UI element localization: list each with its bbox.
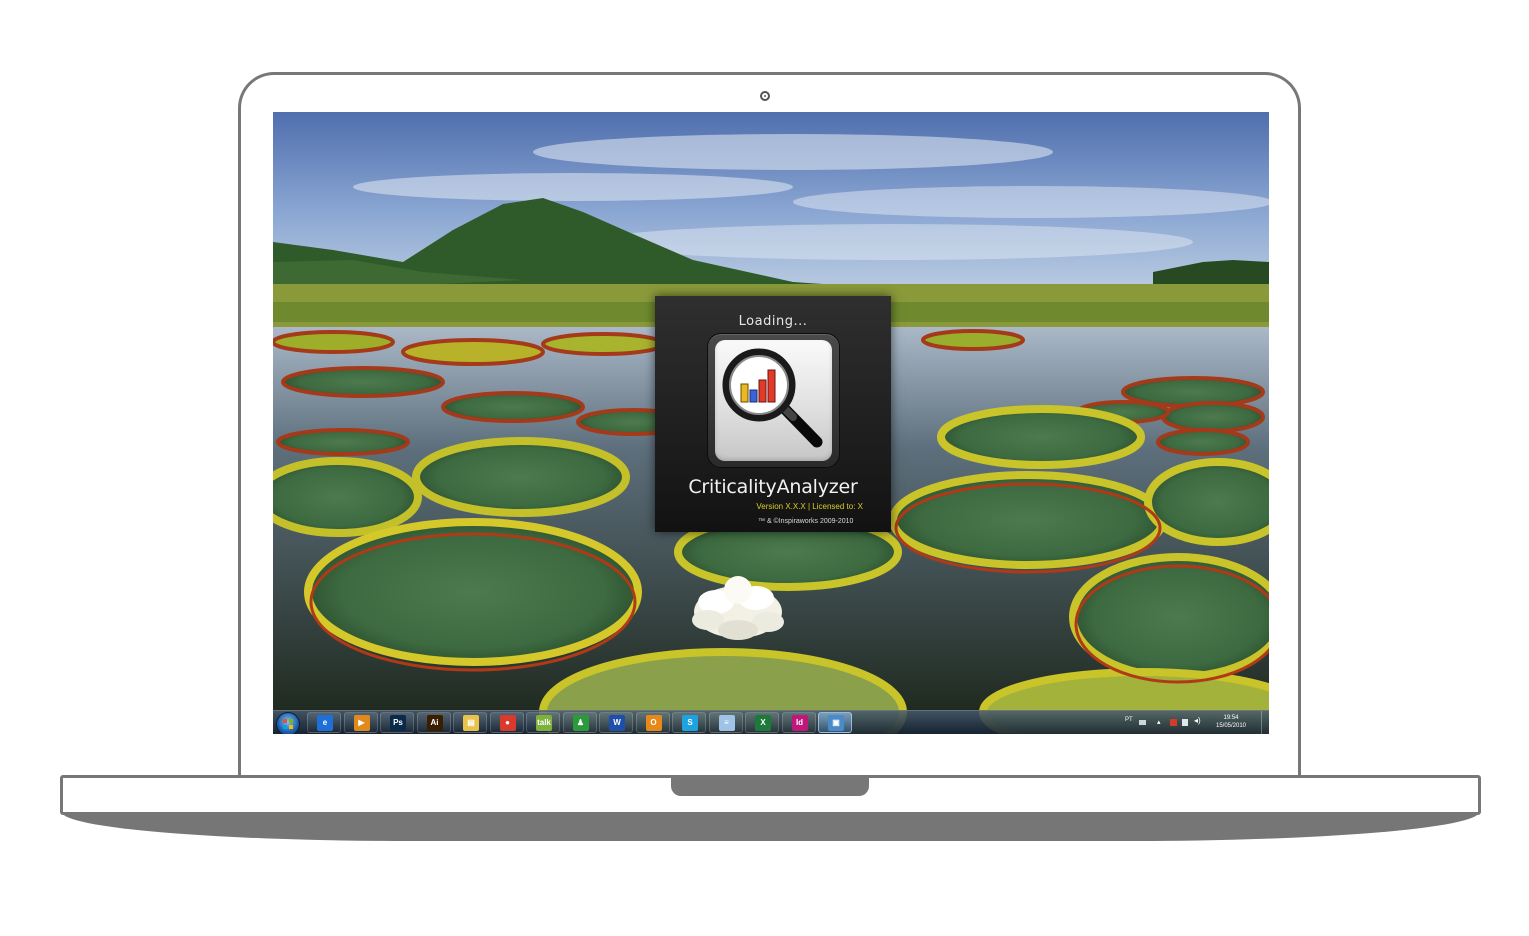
google-talk-icon: talk: [536, 715, 552, 731]
taskbar-illustrator-button[interactable]: Ai: [416, 712, 451, 733]
desktop-screen: Loading... CriticalityAnalyzer Version X…: [273, 112, 1269, 734]
webcam-icon: [760, 91, 770, 101]
messenger-icon: ♟: [572, 715, 589, 731]
taskbar-photoshop-button[interactable]: Ps: [380, 712, 414, 733]
clock-date: 15/05/2010: [1215, 723, 1247, 729]
word-icon: W: [609, 715, 625, 731]
indesign-icon: Id: [791, 715, 808, 731]
excel-icon: X: [755, 715, 771, 731]
magnifier-bar-chart-icon: [707, 333, 840, 468]
copyright-text: ™ & ©Inspiraworks 2009-2010: [758, 518, 854, 525]
media-player-icon: ▶: [353, 715, 370, 731]
windows-start-icon[interactable]: [276, 712, 300, 734]
show-desktop-button[interactable]: [1261, 711, 1269, 734]
notepad-icon: ≡: [718, 715, 735, 731]
loading-text: Loading...: [738, 314, 808, 329]
taskbar-word-button[interactable]: W: [599, 712, 633, 733]
flag-icon[interactable]: [1170, 719, 1177, 726]
app-name: CriticalityAnalyzer: [688, 476, 858, 498]
explorer-icon: ▤: [463, 715, 479, 731]
system-clock[interactable]: 19:54 15/05/2010: [1211, 714, 1251, 730]
taskbar-notepad-button[interactable]: ≡: [708, 712, 743, 733]
taskbar-chrome-button[interactable]: ●: [489, 712, 524, 733]
taskbar-skype-button[interactable]: S: [672, 712, 706, 733]
taskbar-media-player-button[interactable]: ▶: [343, 712, 378, 733]
skype-icon: S: [682, 715, 698, 731]
taskbar: e ▶ Ps Ai ▤ ● talk ♟ W O S ≡ X Id ▣ PT ▴ ◂) 19:54 15/0…: [273, 710, 1269, 734]
illustrator-icon: Ai: [426, 715, 443, 731]
taskbar-remote-desktop-button[interactable]: ▣: [818, 712, 852, 733]
chrome-icon: ●: [499, 715, 516, 731]
version-license-text: Version X.X.X | Licensed to: X: [756, 502, 863, 511]
photoshop-icon: Ps: [390, 715, 406, 731]
splash-window: Loading... CriticalityAnalyzer Version X…: [655, 296, 891, 532]
clock-time: 19:54: [1223, 715, 1239, 721]
laptop-opening-notch: [671, 775, 869, 796]
network-icon[interactable]: [1182, 719, 1188, 726]
taskbar-excel-button[interactable]: X: [745, 712, 779, 733]
keyboard-icon[interactable]: [1139, 720, 1146, 725]
taskbar-explorer-button[interactable]: ▤: [453, 712, 487, 733]
taskbar-internet-explorer-button[interactable]: e: [307, 712, 341, 733]
internet-explorer-icon: e: [317, 715, 333, 731]
laptop-base-bottom: [62, 812, 1479, 841]
taskbar-indesign-button[interactable]: Id: [781, 712, 816, 733]
taskbar-google-talk-button[interactable]: talk: [526, 712, 560, 733]
taskbar-messenger-button[interactable]: ♟: [562, 712, 597, 733]
remote-desktop-icon: ▣: [828, 715, 844, 731]
taskbar-outlook-button[interactable]: O: [635, 712, 670, 733]
outlook-icon: O: [645, 715, 662, 731]
